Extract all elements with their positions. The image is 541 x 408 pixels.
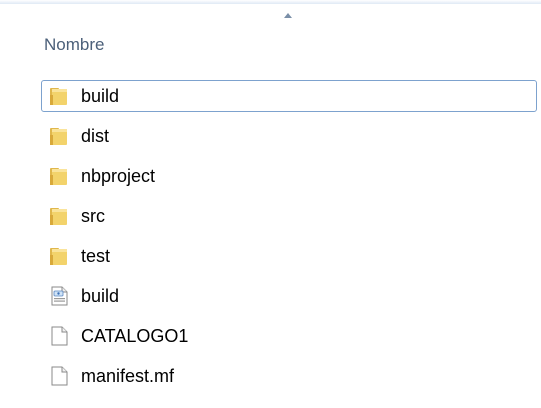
list-item[interactable]: dist <box>41 120 537 152</box>
column-header: Nombre <box>0 4 541 70</box>
list-item[interactable]: CATALOGO1 <box>41 320 537 352</box>
list-item-label: dist <box>81 126 110 146</box>
list-item[interactable]: manifest.mf <box>41 360 537 392</box>
list-item-label: src <box>81 206 105 226</box>
xml-file-icon <box>51 286 68 306</box>
list-item-label: manifest.mf <box>81 366 175 386</box>
list-item[interactable]: build <box>41 280 537 312</box>
file-icon <box>51 366 68 386</box>
column-header-name[interactable]: Nombre <box>44 35 104 55</box>
list-item[interactable]: src <box>41 200 537 232</box>
list-item[interactable]: build <box>41 80 537 112</box>
list-item[interactable]: nbproject <box>41 160 537 192</box>
folder-icon <box>50 128 67 145</box>
folder-icon <box>50 168 67 185</box>
list-item-label: test <box>81 246 111 266</box>
folder-icon <box>50 248 67 265</box>
folder-icon <box>50 208 67 225</box>
list-item-label: CATALOGO1 <box>81 326 189 346</box>
folder-icon <box>50 88 67 105</box>
list-item-label: nbproject <box>81 166 156 186</box>
file-icon <box>51 326 68 346</box>
list-item-label: build <box>81 286 120 306</box>
sort-ascending-icon[interactable] <box>284 13 292 18</box>
list-item[interactable]: test <box>41 240 537 272</box>
list-item-label: build <box>81 86 120 106</box>
